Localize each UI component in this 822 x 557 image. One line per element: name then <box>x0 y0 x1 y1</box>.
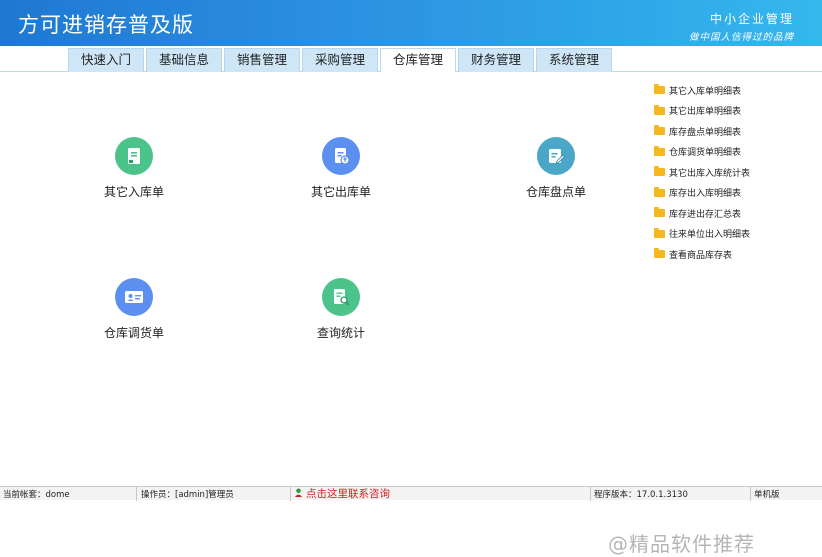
folder-icon <box>654 145 665 156</box>
status-divider <box>290 487 291 501</box>
contact-link[interactable]: 点击这里联系咨询 <box>294 486 390 501</box>
module-label: 仓库盘点单 <box>525 185 586 199</box>
report-link[interactable]: 仓库调货单明细表 <box>654 142 814 163</box>
edit-document-icon <box>537 137 575 175</box>
status-divider <box>136 487 137 501</box>
tab-finance[interactable]: 财务管理 <box>458 48 534 72</box>
tab-warehouse[interactable]: 仓库管理 <box>380 48 456 73</box>
app-header: 方可进销存普及版 中小企业管理 做中国人信得过的品牌 <box>0 0 822 46</box>
warehouse-panel: 其它入库单 其它出库单 仓库盘点单 仓库调货单 查询统计 其它入库单明细表 其它… <box>0 72 822 556</box>
brand-main-text: 中小企业管理 <box>709 12 794 26</box>
module-stock-count[interactable]: 仓库盘点单 <box>496 137 616 200</box>
tab-basic-info[interactable]: 基础信息 <box>146 48 222 72</box>
app-title: 方可进销存普及版 <box>18 13 194 37</box>
document-out-icon <box>322 137 360 175</box>
folder-icon <box>654 84 665 95</box>
report-link[interactable]: 库存进出存汇总表 <box>654 203 814 224</box>
status-bar: 当前帐套：dome 操作员：[admin]管理员 点击这里联系咨询 程序版本：1… <box>0 486 822 501</box>
folder-icon <box>654 125 665 136</box>
report-link[interactable]: 往来单位出入明细表 <box>654 224 814 245</box>
report-link[interactable]: 库存出入库明细表 <box>654 183 814 204</box>
module-other-outbound[interactable]: 其它出库单 <box>281 137 401 200</box>
report-link[interactable]: 其它出库入库统计表 <box>654 162 814 183</box>
report-link[interactable]: 库存盘点单明细表 <box>654 121 814 142</box>
brand-logo: 中小企业管理 做中国人信得过的品牌 <box>689 10 794 43</box>
main-tab-bar: 快速入门 基础信息 销售管理 采购管理 仓库管理 财务管理 系统管理 <box>0 46 822 73</box>
folder-icon <box>654 166 665 177</box>
folder-icon <box>654 207 665 218</box>
module-query-stats[interactable]: 查询统计 <box>281 278 401 341</box>
tab-purchase[interactable]: 采购管理 <box>302 48 378 72</box>
folder-icon <box>654 104 665 115</box>
tab-system[interactable]: 系统管理 <box>536 48 612 72</box>
report-link[interactable]: 其它入库单明细表 <box>654 80 814 101</box>
module-label: 仓库调货单 <box>103 326 164 340</box>
brand-slogan: 做中国人信得过的品牌 <box>688 32 794 43</box>
status-operator: 操作员：[admin]管理员 <box>141 490 234 500</box>
watermark: @精品软件推荐 <box>608 532 755 556</box>
document-in-icon <box>115 137 153 175</box>
status-divider <box>590 487 591 501</box>
report-link[interactable]: 其它出库单明细表 <box>654 101 814 122</box>
module-label: 查询统计 <box>316 326 365 340</box>
folder-icon <box>654 248 665 259</box>
support-person-icon <box>294 488 303 498</box>
report-link[interactable]: 查看商品库存表 <box>654 244 814 265</box>
status-version: 程序版本：17.0.1.3130 <box>594 490 688 500</box>
id-card-icon <box>115 278 153 316</box>
status-divider <box>750 487 751 501</box>
module-label: 其它入库单 <box>103 185 164 199</box>
folder-icon <box>654 227 665 238</box>
status-account: 当前帐套：dome <box>3 490 70 500</box>
module-label: 其它出库单 <box>310 185 371 199</box>
status-edition: 单机版 <box>754 490 780 500</box>
folder-icon <box>654 186 665 197</box>
tab-quick-start[interactable]: 快速入门 <box>68 48 144 72</box>
search-report-icon <box>322 278 360 316</box>
module-other-inbound[interactable]: 其它入库单 <box>74 137 194 200</box>
module-transfer[interactable]: 仓库调货单 <box>74 278 194 341</box>
report-list: 其它入库单明细表 其它出库单明细表 库存盘点单明细表 仓库调货单明细表 其它出库… <box>654 80 814 265</box>
tab-sales[interactable]: 销售管理 <box>224 48 300 72</box>
